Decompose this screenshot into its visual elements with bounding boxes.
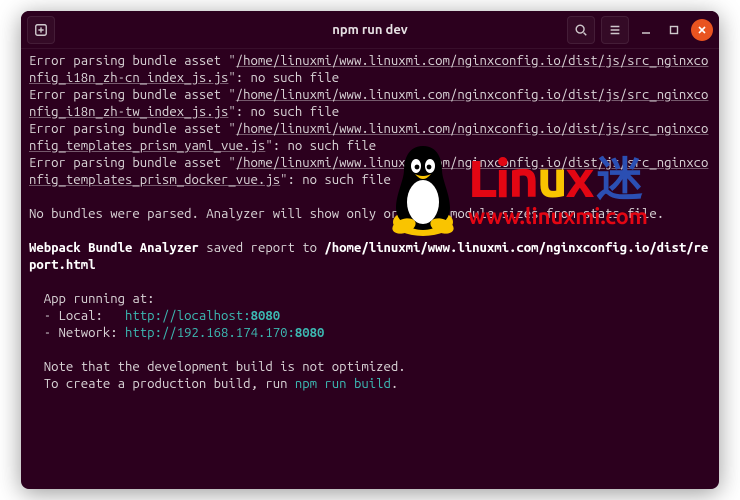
error-line: Error parsing bundle asset "/home/linuxm… <box>29 54 708 85</box>
new-tab-button[interactable] <box>27 16 55 44</box>
minimize-icon <box>640 24 652 36</box>
terminal-window: npm run dev Error parsing bundle asset "… <box>21 11 719 489</box>
error-line: Error parsing bundle asset "/home/linuxm… <box>29 122 708 153</box>
no-bundles-line: No bundles were parsed. Analyzer will sh… <box>29 207 664 221</box>
new-tab-icon <box>34 23 48 37</box>
titlebar: npm run dev <box>21 11 719 49</box>
dev-build-note: Note that the development build is not o… <box>29 360 406 374</box>
network-url-line: - Network: http://192.168.174.170:8080 <box>29 326 324 340</box>
error-line: Error parsing bundle asset "/home/linuxm… <box>29 88 708 119</box>
webpack-report-line: Webpack Bundle Analyzer saved report to … <box>29 241 708 272</box>
maximize-button[interactable] <box>663 19 685 41</box>
search-button[interactable] <box>567 16 595 44</box>
close-icon <box>697 25 707 35</box>
local-url-line: - Local: http://localhost:8080 <box>29 309 280 323</box>
terminal-output[interactable]: Error parsing bundle asset "/home/linuxm… <box>21 49 719 489</box>
error-line: Error parsing bundle asset "/home/linuxm… <box>29 156 708 187</box>
menu-button[interactable] <box>601 16 629 44</box>
close-button[interactable] <box>691 19 713 41</box>
prod-build-note: To create a production build, run npm ru… <box>29 377 398 391</box>
minimize-button[interactable] <box>635 19 657 41</box>
maximize-icon <box>668 24 680 36</box>
search-icon <box>574 23 588 37</box>
app-running-header: App running at: <box>29 292 155 306</box>
hamburger-icon <box>608 23 622 37</box>
